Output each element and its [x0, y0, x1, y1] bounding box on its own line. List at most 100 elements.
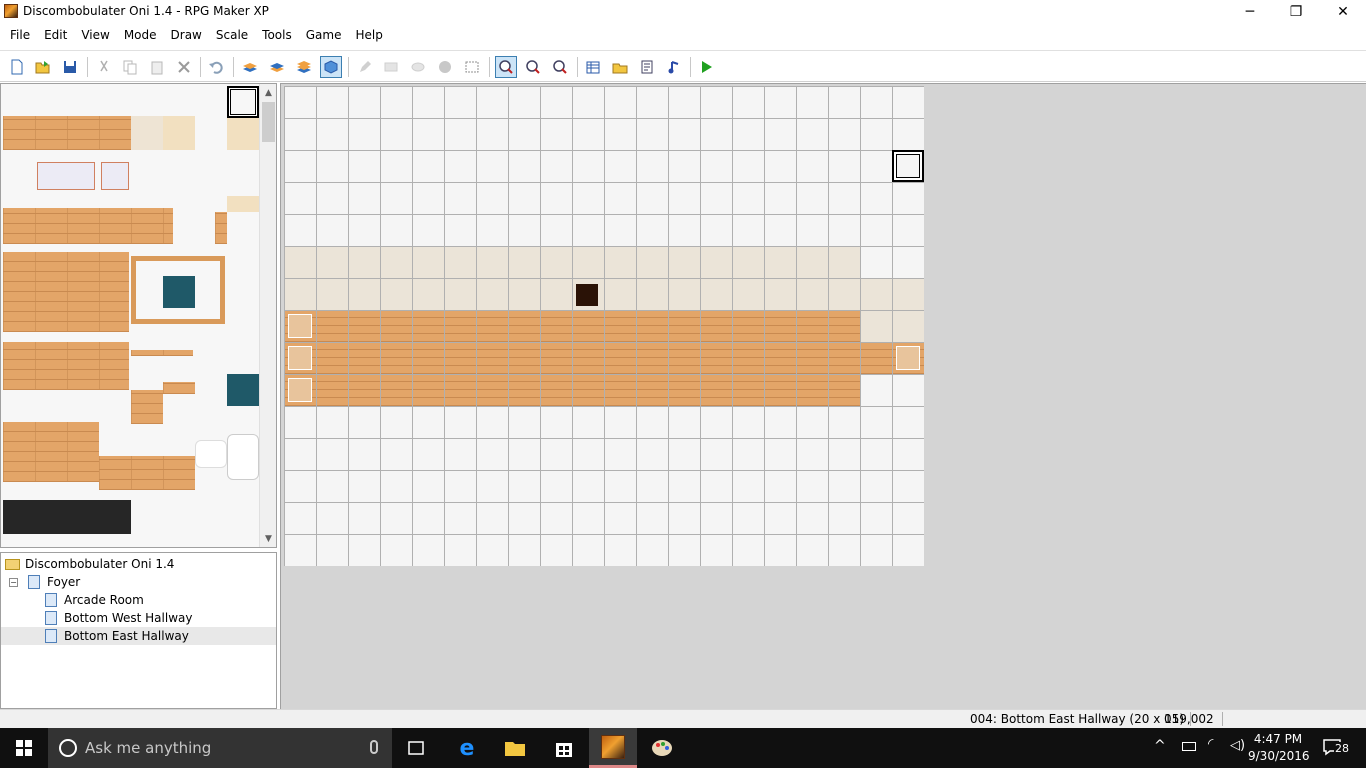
- tile-drawer[interactable]: [131, 390, 163, 424]
- tree-item-label: Bottom East Hallway: [64, 629, 189, 643]
- tileset-scrollbar[interactable]: ▲ ▼: [259, 84, 276, 547]
- microphone-icon[interactable]: [370, 740, 378, 754]
- undo-button[interactable]: [205, 56, 227, 78]
- tile-wood-floor[interactable]: [3, 116, 131, 150]
- tile-wood-wall[interactable]: [131, 208, 173, 244]
- zoom-1-1-button[interactable]: [495, 56, 517, 78]
- scrollbar-thumb[interactable]: [262, 102, 275, 142]
- event-tile[interactable]: [288, 378, 312, 402]
- paste-button[interactable]: [146, 56, 168, 78]
- menu-draw[interactable]: Draw: [164, 25, 209, 45]
- save-button[interactable]: [59, 56, 81, 78]
- playtest-button[interactable]: [695, 56, 717, 78]
- start-button[interactable]: [0, 728, 48, 768]
- close-button[interactable]: ✕: [1320, 0, 1366, 24]
- event-tile[interactable]: [288, 346, 312, 370]
- wifi-icon[interactable]: ◜: [1208, 736, 1213, 752]
- tile-window[interactable]: [37, 162, 95, 190]
- script-editor-button[interactable]: [636, 56, 658, 78]
- zoom-1-4-button[interactable]: [549, 56, 571, 78]
- minimize-button[interactable]: ─: [1227, 0, 1273, 24]
- taskbar-search[interactable]: Ask me anything: [48, 728, 392, 768]
- toolbar-separator: [577, 57, 578, 77]
- battery-icon[interactable]: [1182, 742, 1196, 751]
- collapse-icon[interactable]: −: [9, 577, 18, 587]
- scroll-up-icon[interactable]: ▲: [260, 84, 276, 101]
- dark-event-tile[interactable]: [576, 284, 598, 306]
- file-explorer-button[interactable]: [491, 728, 539, 768]
- menu-tools[interactable]: Tools: [255, 25, 299, 45]
- menu-view[interactable]: View: [74, 25, 116, 45]
- tile-wood-table[interactable]: [99, 456, 195, 490]
- store-icon: [556, 743, 572, 757]
- tileset-tiles[interactable]: [1, 84, 259, 547]
- paint-button[interactable]: [638, 728, 686, 768]
- tile-white-chair[interactable]: [227, 434, 259, 480]
- menu-game[interactable]: Game: [299, 25, 349, 45]
- select-button[interactable]: [461, 56, 483, 78]
- event-tile[interactable]: [288, 314, 312, 338]
- flood-fill-button[interactable]: [434, 56, 456, 78]
- tile-cream-floor[interactable]: [131, 116, 163, 150]
- tile-tan-floor[interactable]: [227, 196, 259, 212]
- tile-wood-wall[interactable]: [3, 208, 131, 244]
- tile-teal-block[interactable]: [227, 374, 259, 406]
- tile-wood-cabinet[interactable]: [3, 422, 99, 482]
- store-button[interactable]: [540, 728, 588, 768]
- menu-scale[interactable]: Scale: [209, 25, 255, 45]
- ellipse-button[interactable]: [407, 56, 429, 78]
- edge-button[interactable]: e: [443, 728, 491, 768]
- zoom-1-2-button[interactable]: [522, 56, 544, 78]
- tree-item-foyer[interactable]: − Foyer: [9, 573, 80, 591]
- tile-shelf[interactable]: [131, 350, 193, 356]
- new-project-button[interactable]: [6, 56, 28, 78]
- event-tile[interactable]: [896, 346, 920, 370]
- tile-teal-block[interactable]: [163, 276, 195, 308]
- copy-button[interactable]: [119, 56, 141, 78]
- script-editor-icon: [641, 60, 653, 74]
- taskbar-clock[interactable]: 4:47 PM 9/30/2016: [1248, 731, 1310, 765]
- rectangle-button[interactable]: [380, 56, 402, 78]
- tile-wood-roof[interactable]: [3, 252, 129, 332]
- pencil-button[interactable]: [354, 56, 376, 78]
- notifications-button[interactable]: 28: [1318, 736, 1358, 760]
- maximize-button[interactable]: ❐: [1273, 0, 1319, 24]
- materialbase-button[interactable]: [609, 56, 631, 78]
- chevron-up-icon[interactable]: ^: [1154, 738, 1166, 754]
- tile-tan-floor[interactable]: [163, 116, 195, 150]
- menu-file[interactable]: File: [3, 25, 37, 45]
- menu-edit[interactable]: Edit: [37, 25, 74, 45]
- layer-3-button[interactable]: [293, 56, 315, 78]
- volume-icon[interactable]: ◁): [1230, 738, 1245, 753]
- tile-bench[interactable]: [163, 382, 195, 394]
- map-editor-area[interactable]: [280, 83, 1366, 709]
- tree-root[interactable]: Discombobulater Oni 1.4: [5, 555, 174, 573]
- tileset-palette[interactable]: ▲ ▼: [0, 83, 277, 548]
- tile-tan-floor[interactable]: [227, 116, 259, 150]
- scroll-down-icon[interactable]: ▼: [260, 530, 276, 547]
- database-button[interactable]: [582, 56, 604, 78]
- events-layer-button[interactable]: [320, 56, 342, 78]
- open-project-button[interactable]: [32, 56, 54, 78]
- layer-1-button[interactable]: [239, 56, 261, 78]
- map-cream-floor: [284, 246, 860, 310]
- cut-button[interactable]: [93, 56, 115, 78]
- tile-dark-wall[interactable]: [3, 500, 131, 534]
- menu-mode[interactable]: Mode: [117, 25, 164, 45]
- layer-2-button[interactable]: [266, 56, 288, 78]
- rpg-maker-taskbar-button[interactable]: [589, 728, 637, 768]
- menu-help[interactable]: Help: [348, 25, 389, 45]
- tree-item-bottom-west-hallway[interactable]: Bottom West Hallway: [45, 609, 192, 627]
- sound-test-button[interactable]: [663, 56, 685, 78]
- delete-button[interactable]: [173, 56, 195, 78]
- map-canvas[interactable]: [284, 86, 924, 566]
- tile-white-chair[interactable]: [195, 440, 227, 468]
- tile-window-small[interactable]: [101, 162, 129, 190]
- app-icon[interactable]: [4, 4, 18, 18]
- tile-wood-counter[interactable]: [3, 342, 129, 390]
- task-view-button[interactable]: [392, 728, 440, 768]
- menu-bar: File Edit View Mode Draw Scale Tools Gam…: [0, 24, 1366, 46]
- tile-wood-post[interactable]: [215, 212, 227, 244]
- tree-item-arcade-room[interactable]: Arcade Room: [45, 591, 144, 609]
- tree-item-bottom-east-hallway[interactable]: Bottom East Hallway: [1, 627, 276, 645]
